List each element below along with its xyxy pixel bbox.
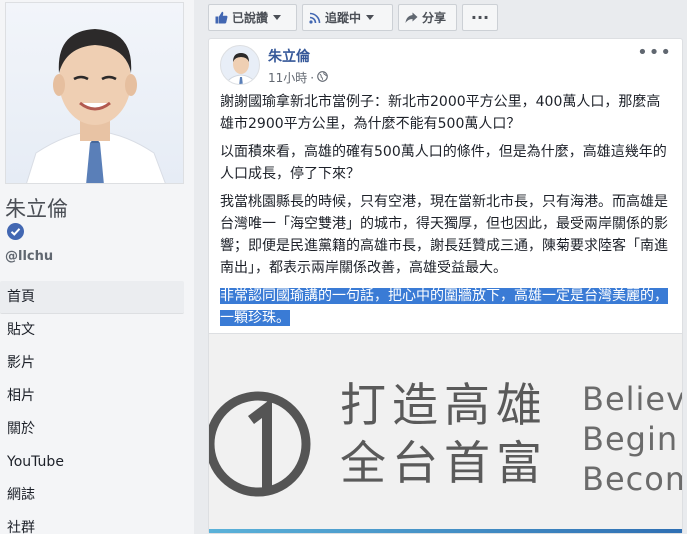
number-one-logo-icon bbox=[209, 391, 311, 497]
share-label: 分享 bbox=[422, 11, 447, 25]
following-label: 追蹤中 bbox=[325, 11, 362, 25]
post-paragraph: 我當桃園縣長的時候，只有空港，現在當新北市長，只有海港。而高雄是台灣唯一「海空雙… bbox=[220, 194, 668, 276]
meta-separator: · bbox=[310, 70, 315, 85]
profile-photo[interactable] bbox=[5, 2, 184, 184]
selected-text[interactable]: 非常認同國瑜講的一句話，把心中的圍牆放下，高雄一定是台灣美麗的，一顆珍珠。 bbox=[220, 288, 668, 326]
image-slogan-line2: 全台首富 bbox=[340, 436, 548, 490]
sidebar-item-photos[interactable]: 相片 bbox=[0, 380, 184, 413]
verified-badge-icon bbox=[7, 223, 24, 240]
image-english-line3: Become bbox=[582, 460, 682, 498]
page-name[interactable]: 朱立倫 bbox=[5, 196, 68, 222]
post-card: 朱立倫 11小時 · ••• 謝謝國瑜拿新北市當例子：新北市2000平方公里，4… bbox=[208, 38, 683, 534]
globe-icon bbox=[317, 70, 328, 85]
thumbs-up-icon bbox=[215, 11, 228, 24]
more-options-button[interactable]: ··· bbox=[462, 4, 498, 31]
more-dots-icon: ··· bbox=[470, 8, 490, 27]
sidebar-item-notes[interactable]: 網誌 bbox=[0, 479, 184, 512]
profile-photo-illustration bbox=[26, 29, 166, 183]
following-button[interactable]: 追蹤中 bbox=[302, 4, 393, 31]
sidebar-item-community[interactable]: 社群 bbox=[0, 512, 184, 534]
liked-label: 已說讚 bbox=[232, 11, 269, 25]
image-slogan-line1: 打造高雄 bbox=[340, 378, 548, 432]
left-column: 朱立倫 @llchu 首頁 貼文 影片 相片 關於 YouTube 網誌 社群 bbox=[0, 0, 194, 534]
sidebar-nav: 首頁 貼文 影片 相片 關於 YouTube 網誌 社群 bbox=[0, 281, 184, 534]
post-body: 謝謝國瑜拿新北市當例子：新北市2000平方公里，400萬人口，那麼高雄市2900… bbox=[220, 91, 672, 329]
post-meta: 11小時 · bbox=[268, 69, 328, 86]
author-avatar[interactable] bbox=[220, 45, 260, 85]
chevron-down-icon bbox=[273, 15, 282, 20]
chevron-down-icon bbox=[366, 15, 375, 20]
post-options-button[interactable]: ••• bbox=[637, 42, 672, 63]
post-image[interactable]: 打造高雄 全台首富 Believe Begin Become bbox=[209, 333, 682, 533]
rss-icon bbox=[309, 12, 321, 24]
image-bottom-strip bbox=[209, 529, 682, 533]
sidebar-item-youtube[interactable]: YouTube bbox=[0, 446, 184, 479]
post-timestamp[interactable]: 11小時 bbox=[268, 69, 307, 86]
sidebar-item-posts[interactable]: 貼文 bbox=[0, 314, 184, 347]
sidebar-item-home[interactable]: 首頁 bbox=[0, 281, 184, 314]
post-author-name[interactable]: 朱立倫 bbox=[268, 46, 310, 66]
share-button[interactable]: 分享 bbox=[398, 4, 457, 31]
liked-button[interactable]: 已說讚 bbox=[208, 4, 297, 31]
share-arrow-icon bbox=[405, 12, 418, 24]
post-highlighted-paragraph: 非常認同國瑜講的一句話，把心中的圍牆放下，高雄一定是台灣美麗的，一顆珍珠。 bbox=[220, 285, 672, 329]
page-handle[interactable]: @llchu bbox=[5, 249, 53, 264]
sidebar-item-about[interactable]: 關於 bbox=[0, 413, 184, 446]
post-paragraph: 謝謝國瑜拿新北市當例子：新北市2000平方公里，400萬人口，那麼高雄市2900… bbox=[220, 94, 661, 132]
post-paragraph: 以面積來看，高雄的確有500萬人口的條件，但是為什麼，高雄這幾年的人口成長，停了… bbox=[220, 144, 667, 182]
image-english-line2: Begin bbox=[582, 420, 679, 458]
sidebar-item-videos[interactable]: 影片 bbox=[0, 347, 184, 380]
image-english-line1: Believe bbox=[582, 380, 682, 418]
